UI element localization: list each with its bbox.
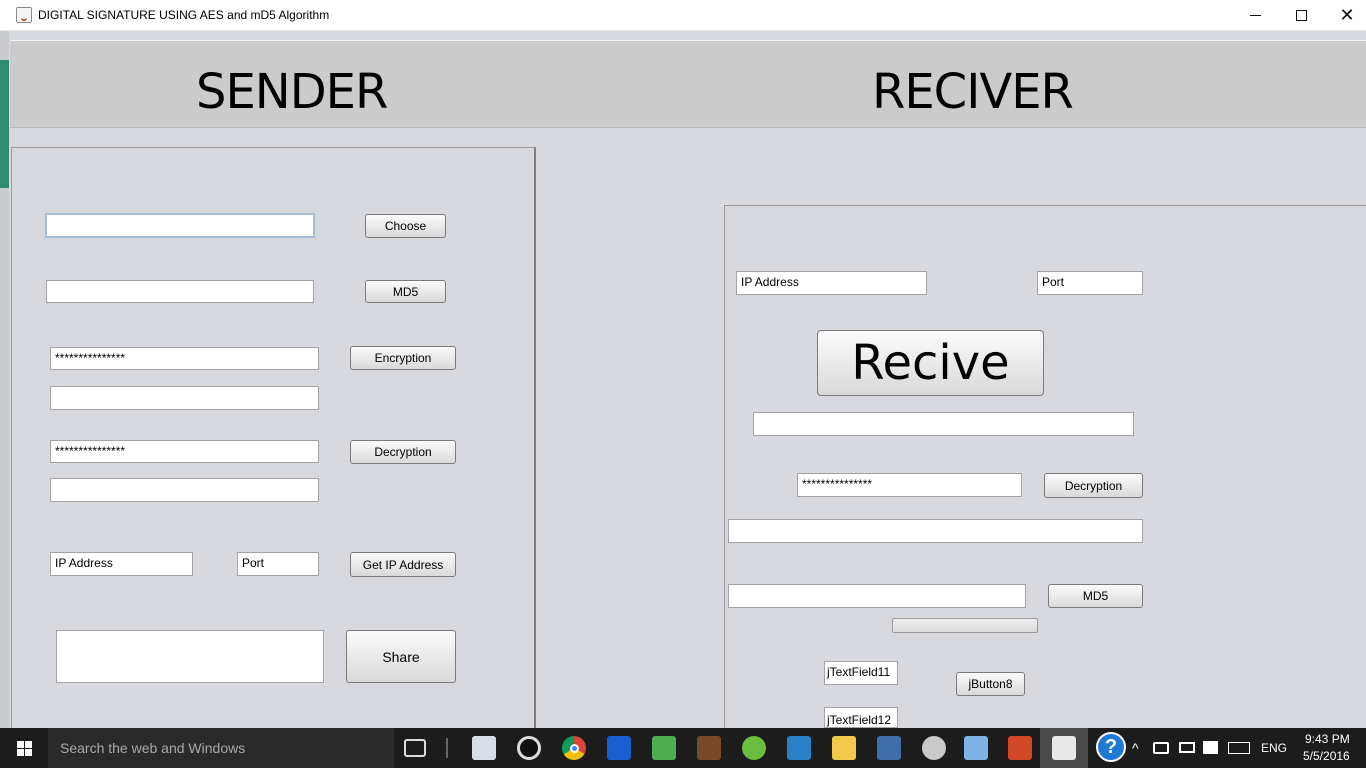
webcam-icon[interactable] [517,736,541,760]
receiver-ip-address-field[interactable]: IP Address [736,271,927,295]
close-button[interactable]: ✕ [1324,0,1366,31]
sender-decrypted-output-field[interactable] [50,478,319,502]
battery-icon[interactable] [1179,742,1195,753]
sender-title: SENDER [196,64,388,120]
sender-ip-address-field[interactable]: IP Address [50,552,193,576]
start-button[interactable] [0,728,48,768]
sender-md5-button[interactable]: MD5 [365,280,446,303]
search-app-icon[interactable] [607,736,631,760]
clock-time[interactable]: 9:43 PM [1305,732,1350,746]
taskbar-divider [446,738,448,758]
receiver-decryption-key-field[interactable]: *************** [797,473,1022,497]
android-icon[interactable] [652,736,676,760]
encryption-key-field[interactable]: *************** [50,347,319,370]
tray-chevron-icon[interactable]: ^ [1132,740,1139,756]
virtualbox-icon[interactable] [964,736,988,760]
file-explorer-icon[interactable] [832,736,856,760]
file-path-field[interactable] [45,213,315,238]
progress-bar [892,618,1038,633]
window-title: DIGITAL SIGNATURE USING AES and mD5 Algo… [38,8,330,22]
utorrent-icon[interactable] [742,736,766,760]
minimize-icon [1249,15,1261,16]
close-icon: ✕ [1339,5,1355,26]
sender-md5-field[interactable] [46,280,314,303]
sender-decryption-button[interactable]: Decryption [350,440,456,464]
share-text-area[interactable] [56,630,324,683]
volume-icon[interactable] [1153,742,1169,754]
receiver-md5-button[interactable]: MD5 [1048,584,1143,608]
sender-port-field[interactable]: Port [237,552,319,576]
media-app-icon[interactable] [697,736,721,760]
task-view-icon[interactable] [404,739,426,757]
maximize-icon [1295,10,1307,21]
maximize-button[interactable] [1278,0,1324,31]
received-data-field[interactable] [753,412,1134,436]
encryption-button[interactable]: Encryption [350,346,456,370]
receiver-port-field[interactable]: Port [1037,271,1143,295]
share-button[interactable]: Share [346,630,456,683]
help-icon[interactable]: ? [1096,732,1126,762]
language-indicator[interactable]: ENG [1261,741,1287,755]
sender-decryption-key-field[interactable]: *************** [50,440,319,463]
box-app-icon[interactable] [787,736,811,760]
taskbar-search[interactable]: Search the web and Windows [48,728,394,768]
background-window-edge [0,60,9,188]
java-icon[interactable] [1052,736,1076,760]
powerpoint-icon[interactable] [1008,736,1032,760]
receiver-title: RECIVER [872,64,1074,120]
java-app-icon [16,7,32,23]
recive-button[interactable]: Recive [817,330,1044,396]
keyboard-icon[interactable] [1228,742,1250,754]
clock-date[interactable]: 5/5/2016 [1303,749,1350,763]
receiver-md5-field[interactable] [728,584,1026,608]
text-field-12[interactable]: jTextField12 [824,707,898,728]
receiver-decryption-button[interactable]: Decryption [1044,473,1143,498]
windows-icon [16,740,32,756]
network-monitor-icon[interactable] [472,736,496,760]
chrome-icon[interactable] [562,736,586,760]
control-panel-icon[interactable] [877,736,901,760]
paint-icon[interactable] [922,736,946,760]
notification-icon[interactable] [1203,741,1218,754]
choose-button[interactable]: Choose [365,214,446,238]
get-ip-address-button[interactable]: Get IP Address [350,552,456,577]
text-field-11[interactable]: jTextField11 [824,661,898,685]
encrypted-output-field[interactable] [50,386,319,410]
minimize-button[interactable] [1232,0,1278,31]
receiver-decrypted-output-field[interactable] [728,519,1143,543]
jbutton8[interactable]: jButton8 [956,672,1025,696]
